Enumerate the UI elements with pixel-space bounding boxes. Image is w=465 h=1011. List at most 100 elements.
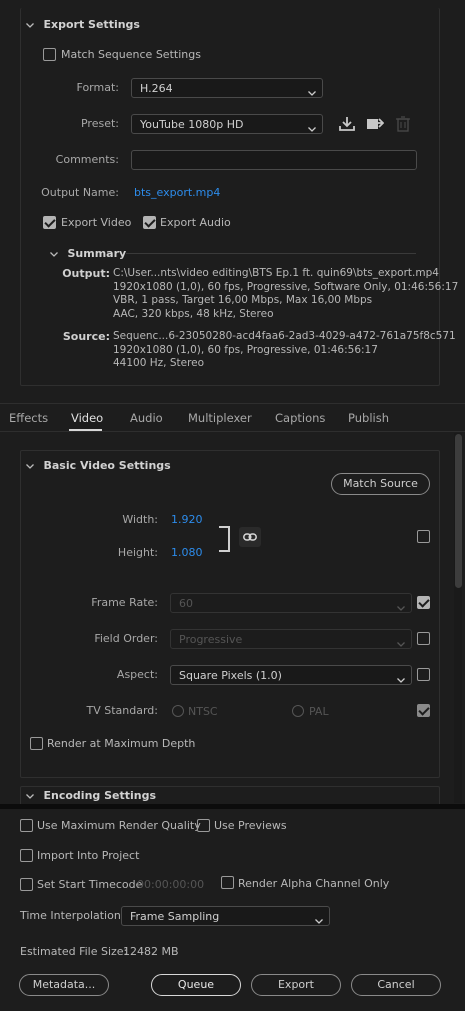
frame-rate-value: 60 [179,597,193,610]
set-start-timecode-checkbox[interactable] [20,878,33,891]
tab-video[interactable]: Video [71,411,103,425]
tab-content-top-border [0,431,465,432]
pal-radio[interactable] [292,705,304,717]
use-previews-checkbox[interactable] [197,819,210,832]
export-settings-header[interactable]: Export Settings [26,18,140,31]
render-max-depth-checkbox[interactable] [30,737,43,750]
summary-output-key: Output: [62,267,110,280]
format-dropdown[interactable]: H.264 [131,78,323,98]
chevron-down-icon [315,914,323,927]
summary-divider [126,253,416,254]
preset-label: Preset: [80,117,119,130]
comments-input[interactable] [131,150,417,170]
summary-source-key: Source: [62,330,110,343]
time-interpolation-value: Frame Sampling [130,910,220,923]
tab-audio[interactable]: Audio [130,411,163,425]
preset-value: YouTube 1080p HD [140,118,244,131]
height-label: Height: [117,546,158,559]
ntsc-radio[interactable] [172,705,184,717]
chevron-down-icon [397,637,405,650]
frame-rate-checkbox[interactable] [417,596,430,609]
output-name-link[interactable]: bts_export.mp4 [134,186,220,199]
summary-source-line: 1920x1080 (1,0), 60 fps, Progressive, 01… [113,343,378,356]
export-settings-title: Export Settings [43,18,140,31]
summary-header[interactable]: Summary [50,247,126,260]
summary-output-line: C:\User...nts\video editing\BTS Ep.1 ft.… [113,267,439,279]
field-order-checkbox[interactable] [417,632,430,645]
render-alpha-label: Render Alpha Channel Only [238,877,390,890]
height-value[interactable]: 1.080 [171,546,203,559]
export-audio-checkbox[interactable] [143,216,156,229]
tv-standard-checkbox[interactable] [417,704,430,717]
aspect-dropdown[interactable]: Square Pixels (1.0) [170,665,412,685]
summary-output-line: VBR, 1 pass, Target 16,00 Mbps, Max 16,0… [113,294,373,306]
chevron-down-icon [26,464,34,469]
summary-source-line: 44100 Hz, Stereo [113,357,205,369]
chevron-down-icon [26,794,34,799]
aspect-label: Aspect: [116,668,158,681]
max-render-quality-label: Use Maximum Render Quality [37,819,201,832]
time-interpolation-label: Time Interpolation: [20,909,125,922]
save-preset-icon[interactable] [338,116,356,132]
cancel-button[interactable]: Cancel [351,974,441,996]
link-dimensions-button[interactable] [239,527,261,547]
queue-button[interactable]: Queue [151,974,241,996]
set-start-timecode-label: Set Start Timecode [37,878,143,891]
summary-output-line: AAC, 320 kbps, 48 kHz, Stereo [113,307,274,320]
aspect-value: Square Pixels (1.0) [179,669,282,682]
export-video-label: Export Video [61,216,132,229]
frame-rate-dropdown[interactable]: 60 [170,593,412,613]
estimated-size-label: Estimated File Size: [20,945,128,958]
tab-publish[interactable]: Publish [348,411,389,425]
scrollbar-thumb[interactable] [455,434,462,588]
tab-multiplexer[interactable]: Multiplexer [188,411,252,425]
render-max-depth-label: Render at Maximum Depth [47,737,196,750]
field-order-dropdown[interactable]: Progressive [170,629,412,649]
export-video-checkbox[interactable] [43,216,56,229]
chevron-down-icon [26,23,34,28]
summary-source-line: Sequenc...6-23050280-acd4faa6-2ad3-4029-… [113,330,456,342]
summary-output-values: C:\User...nts\video editing\BTS Ep.1 ft.… [113,267,458,321]
chevron-down-icon [50,252,58,257]
metadata-button[interactable]: Metadata... [19,974,109,996]
chevron-down-icon [397,601,405,614]
basic-video-title: Basic Video Settings [43,459,171,472]
match-source-button[interactable]: Match Source [331,473,430,495]
width-value[interactable]: 1.920 [171,513,203,526]
export-button[interactable]: Export [251,974,341,996]
field-order-value: Progressive [179,633,243,646]
delete-preset-icon[interactable] [394,116,412,132]
encoding-header[interactable]: Encoding Settings [26,789,156,802]
link-bracket [219,526,230,552]
tab-effects[interactable]: Effects [9,411,48,425]
tab-captions[interactable]: Captions [275,411,325,425]
chain-link-icon [243,532,257,545]
encoding-title: Encoding Settings [43,789,157,802]
estimated-size-value: 12482 MB [123,945,179,958]
width-height-override-checkbox[interactable] [417,530,430,543]
basic-video-header[interactable]: Basic Video Settings [26,459,171,472]
ntsc-label: NTSC [188,705,218,718]
time-interpolation-dropdown[interactable]: Frame Sampling [121,906,330,926]
preset-dropdown[interactable]: YouTube 1080p HD [131,114,323,134]
match-sequence-checkbox[interactable] [43,48,56,61]
frame-rate-label: Frame Rate: [91,596,158,609]
render-alpha-checkbox[interactable] [221,876,234,889]
summary-source-values: Sequenc...6-23050280-acd4faa6-2ad3-4029-… [113,330,456,371]
import-into-project-checkbox[interactable] [20,849,33,862]
summary-output-line: 1920x1080 (1,0), 60 fps, Progressive, So… [113,280,459,293]
use-previews-label: Use Previews [214,819,287,832]
basic-video-panel [20,450,440,778]
comments-label: Comments: [55,153,119,166]
output-name-label: Output Name: [41,186,119,199]
match-sequence-label: Match Sequence Settings [61,48,201,61]
format-value: H.264 [140,82,173,95]
timecode-value[interactable]: 00:00:00:00 [137,878,204,891]
width-label: Width: [122,513,158,526]
chevron-down-icon [308,122,316,135]
aspect-checkbox[interactable] [417,668,430,681]
chevron-down-icon [308,86,316,99]
import-preset-icon[interactable] [366,116,385,132]
tv-standard-label: TV Standard: [86,704,159,717]
max-render-quality-checkbox[interactable] [20,819,33,832]
